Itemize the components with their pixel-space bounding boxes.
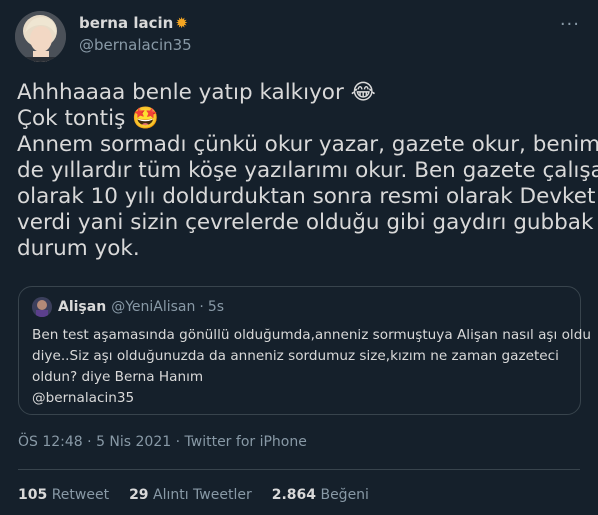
quote-text: Ben test aşamasında gönüllü olduğumda,an… [32, 325, 591, 409]
quotes-stat[interactable]: 29 Alıntı Tweetler [129, 487, 252, 503]
tweet-line: Annem sormadı çünkü okur yazar, gazete o… [17, 132, 598, 157]
like-label: Beğeni [320, 487, 369, 503]
quote-line: diye..Siz aşı olduğunuzda da anneniz sor… [32, 348, 559, 364]
tweet-time[interactable]: ÖS 12:48 [18, 434, 83, 450]
quote-line: oldun? diye Berna Hanım [32, 369, 204, 385]
meta-separator: · [175, 434, 181, 450]
tweet-meta: ÖS 12:48 · 5 Nis 2021 · Twitter for iPho… [18, 434, 307, 450]
quote-mention[interactable]: @bernalacin35 [32, 388, 572, 409]
tweet-text: Ahhhaaaa benle yatıp kalkıyor 😂 Çok tont… [17, 80, 598, 262]
tweet-line: verdi yani sizin çevrelerde olduğu gibi … [17, 210, 594, 235]
quote-avatar[interactable] [32, 297, 52, 317]
retweet-count: 105 [18, 487, 48, 503]
tweet-line: de yıllardır tüm köşe yazılarımı okur. B… [17, 158, 598, 183]
meta-separator: · [87, 434, 92, 450]
tweet-line: Ahhhaaaa benle yatıp kalkıyor 😂 [17, 80, 376, 105]
sun-icon: ✹ [175, 14, 188, 32]
stats-row: 105 Retweet 29 Alıntı Tweetler 2.864 Beğ… [18, 487, 369, 503]
tweet-line: durum yok. [17, 236, 140, 261]
tweet-line: Çok tontiş 🤩 [17, 106, 159, 131]
laughing-emoji-icon: 😂 [350, 80, 376, 105]
quote-line: Ben test aşamasında gönüllü olduğumda,an… [32, 327, 591, 343]
handle[interactable]: @bernalacin35 [79, 36, 192, 54]
tweet-date[interactable]: 5 Nis 2021 [96, 434, 171, 450]
quote-header: Alişan @YeniAlisan · 5s [32, 297, 224, 317]
quote-separator: · [199, 299, 204, 315]
likes-stat[interactable]: 2.864 Beğeni [272, 487, 369, 503]
like-count: 2.864 [271, 487, 317, 503]
star-eyes-emoji-icon: 🤩 [132, 106, 159, 131]
tweet-source[interactable]: Twitter for iPhone [185, 434, 307, 450]
retweet-label: Retweet [51, 487, 110, 503]
tweet-line: olarak 10 yılı doldurduktan sonra resmi … [17, 184, 596, 209]
author-block: berna lacin ✹ @bernalacin35 [79, 14, 192, 54]
quote-name[interactable]: Alişan [58, 299, 106, 315]
quote-label: Alıntı Tweetler [153, 487, 252, 503]
quote-time[interactable]: 5s [208, 299, 224, 315]
ellipsis-icon[interactable]: ··· [560, 14, 580, 35]
quoted-tweet[interactable]: Alişan @YeniAlisan · 5s Ben test aşaması… [18, 286, 591, 415]
divider [18, 469, 580, 470]
retweets-stat[interactable]: 105 Retweet [18, 487, 109, 503]
quote-count: 29 [129, 487, 149, 503]
avatar[interactable] [15, 11, 66, 62]
display-name[interactable]: berna lacin [79, 14, 173, 32]
display-name-row[interactable]: berna lacin ✹ [79, 14, 192, 32]
quote-handle[interactable]: @YeniAlisan [111, 299, 195, 315]
